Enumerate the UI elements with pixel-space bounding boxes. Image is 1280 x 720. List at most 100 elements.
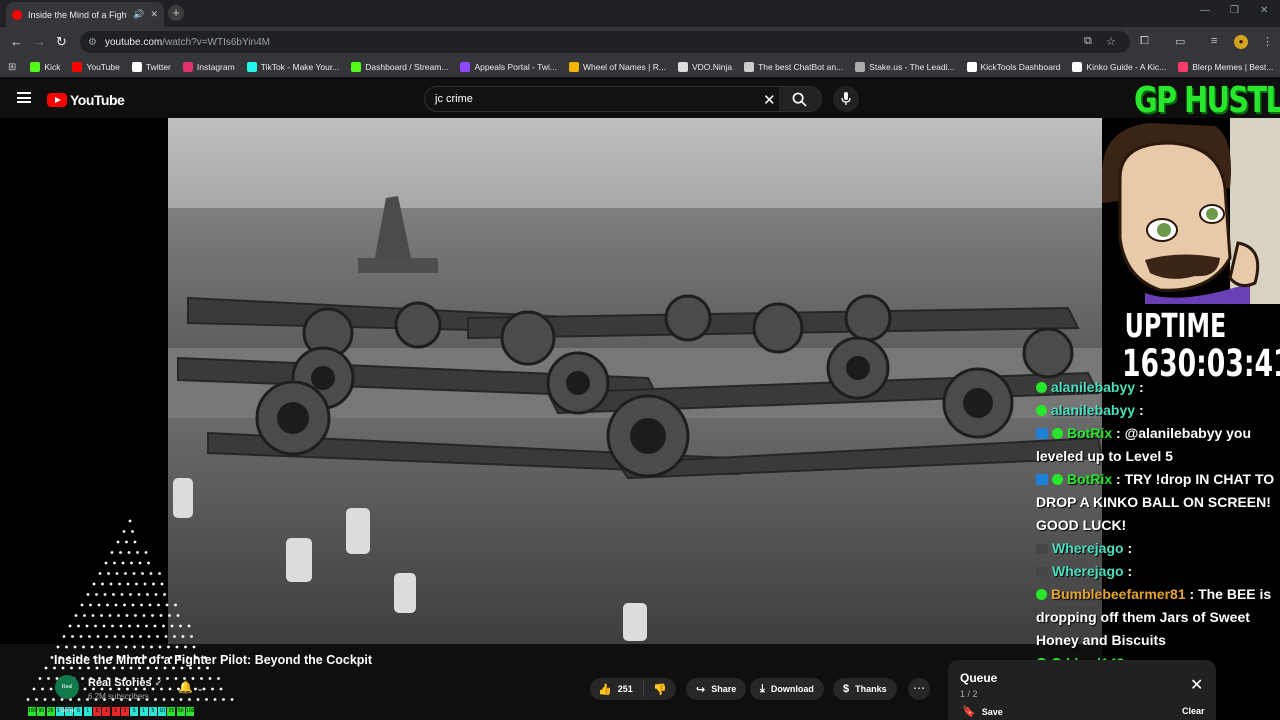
channel-name[interactable]: Real Stories ✔: [88, 677, 162, 689]
like-button[interactable]: 👍 251: [590, 681, 644, 697]
chat-message: alanilebabyy :: [1036, 399, 1280, 422]
dislike-button[interactable]: 👎: [644, 683, 673, 696]
share-label: Share: [711, 684, 737, 694]
level-cell: 25: [46, 707, 55, 716]
youtube-logo[interactable]: YouTube: [47, 92, 125, 108]
verified-icon: ✔: [154, 678, 163, 688]
chat-message: Wherejago :: [1036, 560, 1280, 583]
bookmark-item[interactable]: Wheel of Names | R...: [568, 62, 666, 72]
share-icon: ↪: [696, 683, 706, 696]
thumbs-down-icon: 👎: [653, 683, 667, 696]
reload-button[interactable]: ↻: [56, 34, 67, 50]
bookmark-label: YouTube: [86, 62, 120, 72]
bookmark-item[interactable]: TikTok - Make Your...: [246, 62, 340, 72]
channel-avatar[interactable]: Real Stories: [55, 675, 79, 714]
bookmark-label: VDO.Ninja: [691, 62, 733, 72]
chat-badge-icon: [1036, 428, 1048, 439]
forward-button[interactable]: →: [33, 34, 46, 49]
chat-badge-icon: [1036, 405, 1047, 416]
browser-toolbar: ← → ↻ ⚙ youtube.com/watch?v=WTIs6bYin4M …: [0, 27, 1280, 57]
bookmark-item[interactable]: Kick: [30, 62, 60, 72]
clear-search-icon[interactable]: ✕: [763, 91, 776, 109]
video-player[interactable]: [168, 118, 1102, 644]
search-input[interactable]: jc crime: [435, 93, 473, 105]
bookmark-item[interactable]: Dashboard / Stream...: [351, 62, 448, 72]
install-app-icon[interactable]: ⧉: [1084, 35, 1092, 48]
bookmark-item[interactable]: VDO.Ninja: [677, 62, 733, 72]
bookmark-favicon-icon: [131, 62, 142, 72]
bookmarks-bar: ⊞ Kick YouTube Twitter Instagram TikTok - Ma…: [0, 57, 1280, 77]
voice-search-button[interactable]: [833, 86, 859, 112]
speaker-icon[interactable]: 🔊: [133, 9, 144, 20]
download-button[interactable]: ⤓ Download: [750, 678, 824, 700]
search-button[interactable]: [779, 87, 821, 111]
url-host: youtube.com: [104, 36, 163, 48]
chat-badge-icon: [1036, 589, 1047, 600]
bookmark-item[interactable]: Kinko Guide - A Kic...: [1072, 62, 1166, 72]
bookmark-item[interactable]: Blerp Memes | Best...: [1178, 62, 1273, 72]
bookmark-favicon-icon: [1072, 62, 1083, 72]
bookmark-item[interactable]: YouTube: [72, 62, 120, 72]
chevron-down-icon: ⌄: [196, 683, 204, 693]
more-actions-icon[interactable]: ⋯: [908, 678, 930, 700]
menu-hamburger-icon[interactable]: [17, 92, 31, 103]
browser-tab[interactable]: Inside the Mind of a Fighter 🔊 ✕: [6, 2, 164, 27]
level-cell: 1: [83, 707, 92, 716]
verified-badge-icon: [1052, 428, 1063, 439]
close-queue-icon[interactable]: ✕: [1190, 675, 1203, 695]
youtube-play-icon: [47, 93, 67, 107]
bookmark-favicon-icon: [460, 62, 471, 72]
bookmark-label: Kinko Guide - A Kic...: [1086, 62, 1167, 72]
close-window-icon[interactable]: ✕: [1260, 5, 1268, 16]
bookmark-item[interactable]: Appeals Portal - Twi...: [460, 62, 557, 72]
chat-text: :: [1138, 402, 1144, 418]
address-bar[interactable]: ⚙ youtube.com/watch?v=WTIs6bYin4M: [80, 31, 1130, 53]
queue-panel: Queue 1 / 2 ✕ 🔖 Save Clear: [948, 660, 1216, 720]
clear-queue-button[interactable]: Clear: [1182, 706, 1205, 716]
cast-icon[interactable]: ▭: [1175, 35, 1185, 48]
apps-grid-icon[interactable]: ⊞: [8, 62, 16, 73]
share-button[interactable]: ↪ Share: [686, 678, 747, 700]
queue-title: Queue: [960, 671, 998, 685]
bookmark-label: Instagram: [196, 62, 235, 72]
bookmark-favicon-icon: [30, 62, 41, 72]
thanks-icon: $: [843, 683, 850, 695]
verified-badge-icon: [1052, 474, 1063, 485]
microphone-icon: [841, 92, 851, 105]
chat-text: :: [1127, 563, 1133, 579]
bookmark-star-icon[interactable]: ☆: [1106, 35, 1116, 48]
download-icon: ⤓: [760, 682, 765, 695]
bookmark-favicon-icon: [351, 62, 362, 72]
level-multiplier-bar: 10090251050515121515102550100: [28, 707, 195, 716]
close-tab-icon[interactable]: ✕: [150, 9, 158, 20]
back-button[interactable]: ←: [10, 34, 23, 49]
reading-list-icon[interactable]: ≡: [1211, 35, 1217, 47]
bookmark-item[interactable]: Twitter: [131, 62, 171, 72]
chat-badge-icon: [1036, 382, 1047, 393]
level-cell: 5: [93, 707, 102, 716]
browser-tabstrip: Inside the Mind of a Fighter 🔊 ✕ + — ❐ ✕: [0, 0, 1280, 27]
bookmark-favicon-icon: [966, 62, 977, 72]
minimize-icon[interactable]: —: [1200, 5, 1210, 16]
new-tab-button[interactable]: +: [168, 5, 184, 21]
level-cell: 1: [139, 707, 148, 716]
level-cell: 2: [111, 707, 120, 716]
stream-title: GP HUSTLA: [1134, 80, 1280, 121]
bookmark-item[interactable]: Instagram: [182, 62, 235, 72]
profile-avatar[interactable]: ●: [1234, 35, 1248, 49]
bookmark-item[interactable]: The best ChatBot an...: [744, 62, 843, 72]
subscribed-bell-button[interactable]: 🔔 ⌄: [178, 680, 204, 694]
restore-icon[interactable]: ❐: [1230, 5, 1239, 16]
chat-username: Wherejago: [1052, 563, 1124, 579]
bookmark-item[interactable]: KickTools Dashboard: [966, 62, 1060, 72]
extensions-icon[interactable]: ⧠: [1140, 35, 1149, 48]
menu-kebab-icon[interactable]: ⋮: [1262, 35, 1273, 48]
save-queue-button[interactable]: 🔖 Save: [962, 705, 1003, 718]
chat-message: Bumblebeefarmer81 : The BEE is dropping …: [1036, 583, 1280, 652]
bookmark-item[interactable]: Stake.us - The Leadi...: [855, 62, 955, 72]
bookmark-label: TikTok - Make Your...: [260, 62, 340, 72]
level-cell: 10: [158, 707, 167, 716]
bookmark-label: Wheel of Names | R...: [582, 62, 666, 72]
thanks-button[interactable]: $ Thanks: [833, 678, 897, 700]
site-info-icon[interactable]: ⚙: [88, 37, 97, 48]
